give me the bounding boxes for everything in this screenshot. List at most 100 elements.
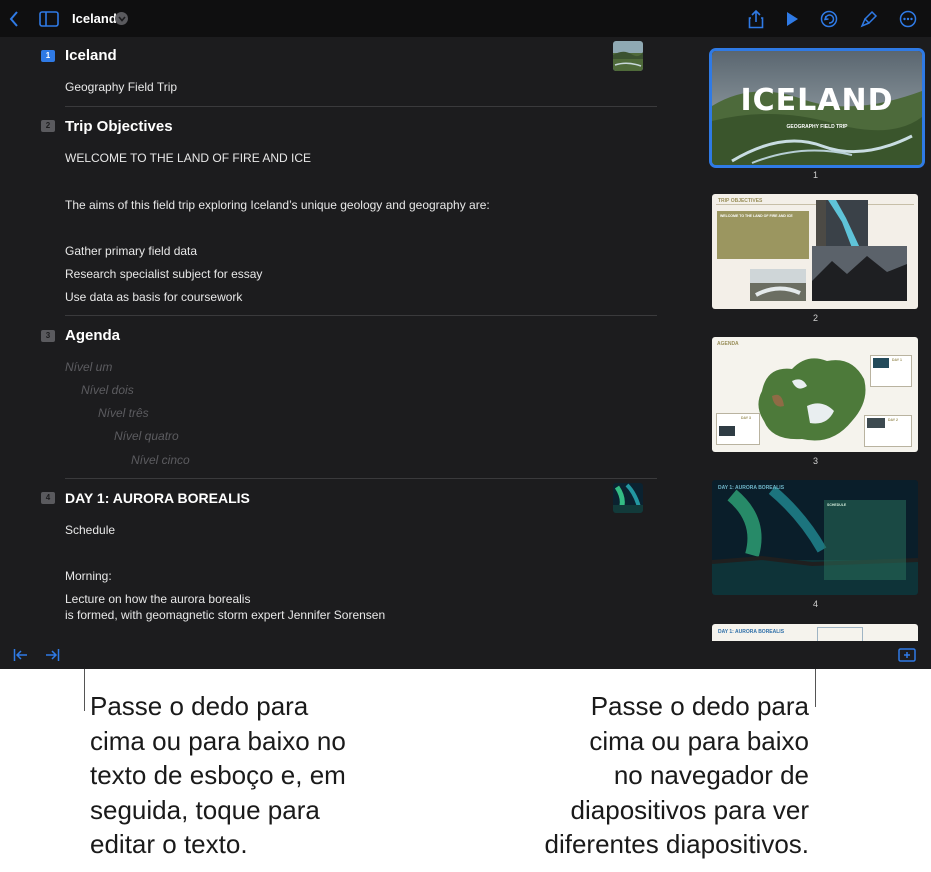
slide-title[interactable]: Trip Objectives: [65, 118, 173, 135]
navigator-slide-2[interactable]: TRIP OBJECTIVES WELCOME TO THE LAND OF F…: [712, 194, 918, 309]
slide-title[interactable]: Agenda: [65, 327, 120, 344]
back-chevron-icon: [9, 11, 18, 27]
thumb-title: ICELAND: [740, 83, 894, 118]
indent-button[interactable]: [41, 644, 63, 666]
back-button[interactable]: [3, 8, 25, 30]
format-button[interactable]: [858, 8, 880, 30]
caption-line: Passe o dedo para: [90, 691, 309, 721]
slide-number-label: 4: [812, 599, 818, 609]
play-icon: [787, 12, 798, 26]
caption-line: seguida, toque para: [90, 794, 320, 825]
share-icon: [748, 9, 764, 29]
outline-line[interactable]: WELCOME TO THE LAND OF FIRE AND ICE: [65, 151, 311, 165]
toolbar: Iceland: [0, 0, 931, 37]
outdent-button[interactable]: [10, 644, 32, 666]
chevron-down-icon: [117, 15, 126, 22]
sidebar-icon: [39, 11, 59, 27]
thumb-photo-glacier: [816, 200, 868, 248]
outline-line[interactable]: Morning:: [65, 569, 112, 583]
outline-slide-1[interactable]: 1 Iceland Geography Field Trip: [0, 37, 660, 107]
callout-line-left: [84, 669, 85, 711]
slide-navigator[interactable]: ICELAND GEOGRAPHY FIELD TRIP 1 TRIP OBJE…: [700, 37, 931, 641]
undo-icon: [820, 10, 838, 28]
outline-line[interactable]: Use data as basis for coursework: [65, 290, 242, 304]
outline-line[interactable]: Geography Field Trip: [65, 80, 177, 94]
placeholder-level-3[interactable]: Nível três: [98, 406, 149, 420]
caption-line: diapositivos para ver: [570, 794, 809, 825]
slide-image-thumbnail: [613, 483, 643, 513]
outline-line[interactable]: Schedule: [65, 523, 115, 537]
outline-line[interactable]: Lecture on how the aurora borealis: [65, 592, 250, 606]
outline-line[interactable]: Research specialist subject for essay: [65, 267, 262, 281]
thumb-card-photo: [873, 358, 889, 368]
caption-left: Passe o dedo para cima ou para baixo no …: [90, 689, 346, 862]
slide-number-label: 2: [812, 313, 818, 323]
thumb-box-heading: WELCOME TO THE LAND OF FIRE AND ICE: [720, 214, 793, 218]
title-menu-button[interactable]: [115, 12, 128, 25]
caption-line: Passe o dedo para: [590, 691, 809, 721]
slide-number-label: 1: [812, 170, 818, 180]
placeholder-level-4[interactable]: Nível quatro: [114, 429, 179, 443]
thumb-title: DAY 1: AURORA BOREALIS: [718, 485, 785, 491]
thumb-rule: [716, 204, 914, 205]
navigator-slide-1[interactable]: ICELAND GEOGRAPHY FIELD TRIP: [709, 48, 925, 168]
share-button[interactable]: [745, 8, 767, 30]
undo-button[interactable]: [818, 8, 840, 30]
more-icon: [899, 10, 917, 28]
outline-line[interactable]: Gather primary field data: [65, 244, 197, 258]
slide-number-badge: 1: [41, 50, 55, 62]
navigator-slide-5[interactable]: DAY 1: AURORA BOREALIS: [712, 624, 918, 641]
bottom-toolbar: [0, 641, 931, 669]
outline-view[interactable]: 1 Iceland Geography Field Trip 2 Trip Ob…: [0, 37, 700, 641]
thumb-box-heading: SCHEDULE: [827, 503, 847, 507]
slide-image-thumbnail: [613, 41, 643, 71]
add-slide-button[interactable]: [896, 644, 918, 666]
navigator-slide-3[interactable]: AGENDA DAY 1 DAY 3 DAY 2: [712, 337, 918, 452]
indent-icon: [46, 649, 60, 661]
caption-line: no navegador de: [613, 760, 809, 790]
slide-title[interactable]: DAY 1: AURORA BOREALIS: [65, 490, 250, 506]
thumb-map: [758, 358, 866, 441]
thumb-title: DAY 1: AURORA BOREALIS: [718, 629, 785, 635]
thumb-day2-card: DAY 2: [864, 415, 912, 447]
thumb-card-photo: [719, 426, 735, 436]
keynote-app: Iceland 1 Iceland Geography Field Trip 2…: [0, 0, 931, 669]
navigator-slide-4[interactable]: DAY 1: AURORA BOREALIS SCHEDULE: [712, 480, 918, 595]
callout-line-right: [815, 669, 816, 707]
thumb-subtitle: GEOGRAPHY FIELD TRIP: [786, 124, 848, 130]
outline-slide-2[interactable]: 2 Trip Objectives WELCOME TO THE LAND OF…: [0, 107, 660, 315]
thumb-card-label: DAY 3: [741, 416, 751, 420]
caption-right: Passe o dedo para cima ou para baixo no …: [545, 689, 809, 862]
slide-number-badge: 4: [41, 492, 55, 504]
placeholder-level-5[interactable]: Nível cinco: [131, 453, 190, 467]
outline-line[interactable]: is formed, with geomagnetic storm expert…: [65, 608, 385, 622]
outline-line[interactable]: The aims of this field trip exploring Ic…: [65, 198, 490, 212]
placeholder-level-1[interactable]: Nível um: [65, 360, 112, 374]
thumb-text-box: SCHEDULE: [824, 500, 906, 580]
caption-line: diferentes diapositivos.: [544, 829, 809, 859]
caption-line: texto de esboço e, em: [90, 760, 346, 790]
thumb-photo-lake: [750, 269, 806, 301]
outline-slide-4[interactable]: 4 DAY 1: AURORA BOREALIS Schedule Mornin…: [0, 479, 660, 641]
thumb-text-box: WELCOME TO THE LAND OF FIRE AND ICE: [717, 211, 809, 259]
caption-line: cima ou para baixo: [589, 725, 809, 756]
placeholder-level-2[interactable]: Nível dois: [81, 383, 134, 397]
more-button[interactable]: [897, 8, 919, 30]
thumb-title: AGENDA: [717, 341, 739, 347]
document-title[interactable]: Iceland: [72, 11, 117, 26]
play-button[interactable]: [781, 8, 803, 30]
thumb-card: [817, 627, 863, 641]
add-slide-icon: [898, 648, 916, 662]
format-brush-icon: [860, 10, 878, 28]
thumb-card-label: DAY 1: [892, 358, 902, 362]
thumb-card-photo: [867, 418, 885, 428]
slide-number-badge: 3: [41, 330, 55, 342]
outdent-icon: [13, 649, 27, 661]
slide-title[interactable]: Iceland: [65, 47, 117, 64]
caption-line: cima ou para baixo no: [90, 725, 346, 756]
thumb-photo-mountains: [812, 246, 907, 301]
caption-line: editar o texto.: [90, 829, 248, 859]
sidebar-toggle-button[interactable]: [38, 8, 60, 30]
slide-number-badge: 2: [41, 120, 55, 132]
outline-slide-3[interactable]: 3 Agenda Nível um Nível dois Nível três …: [0, 316, 660, 478]
